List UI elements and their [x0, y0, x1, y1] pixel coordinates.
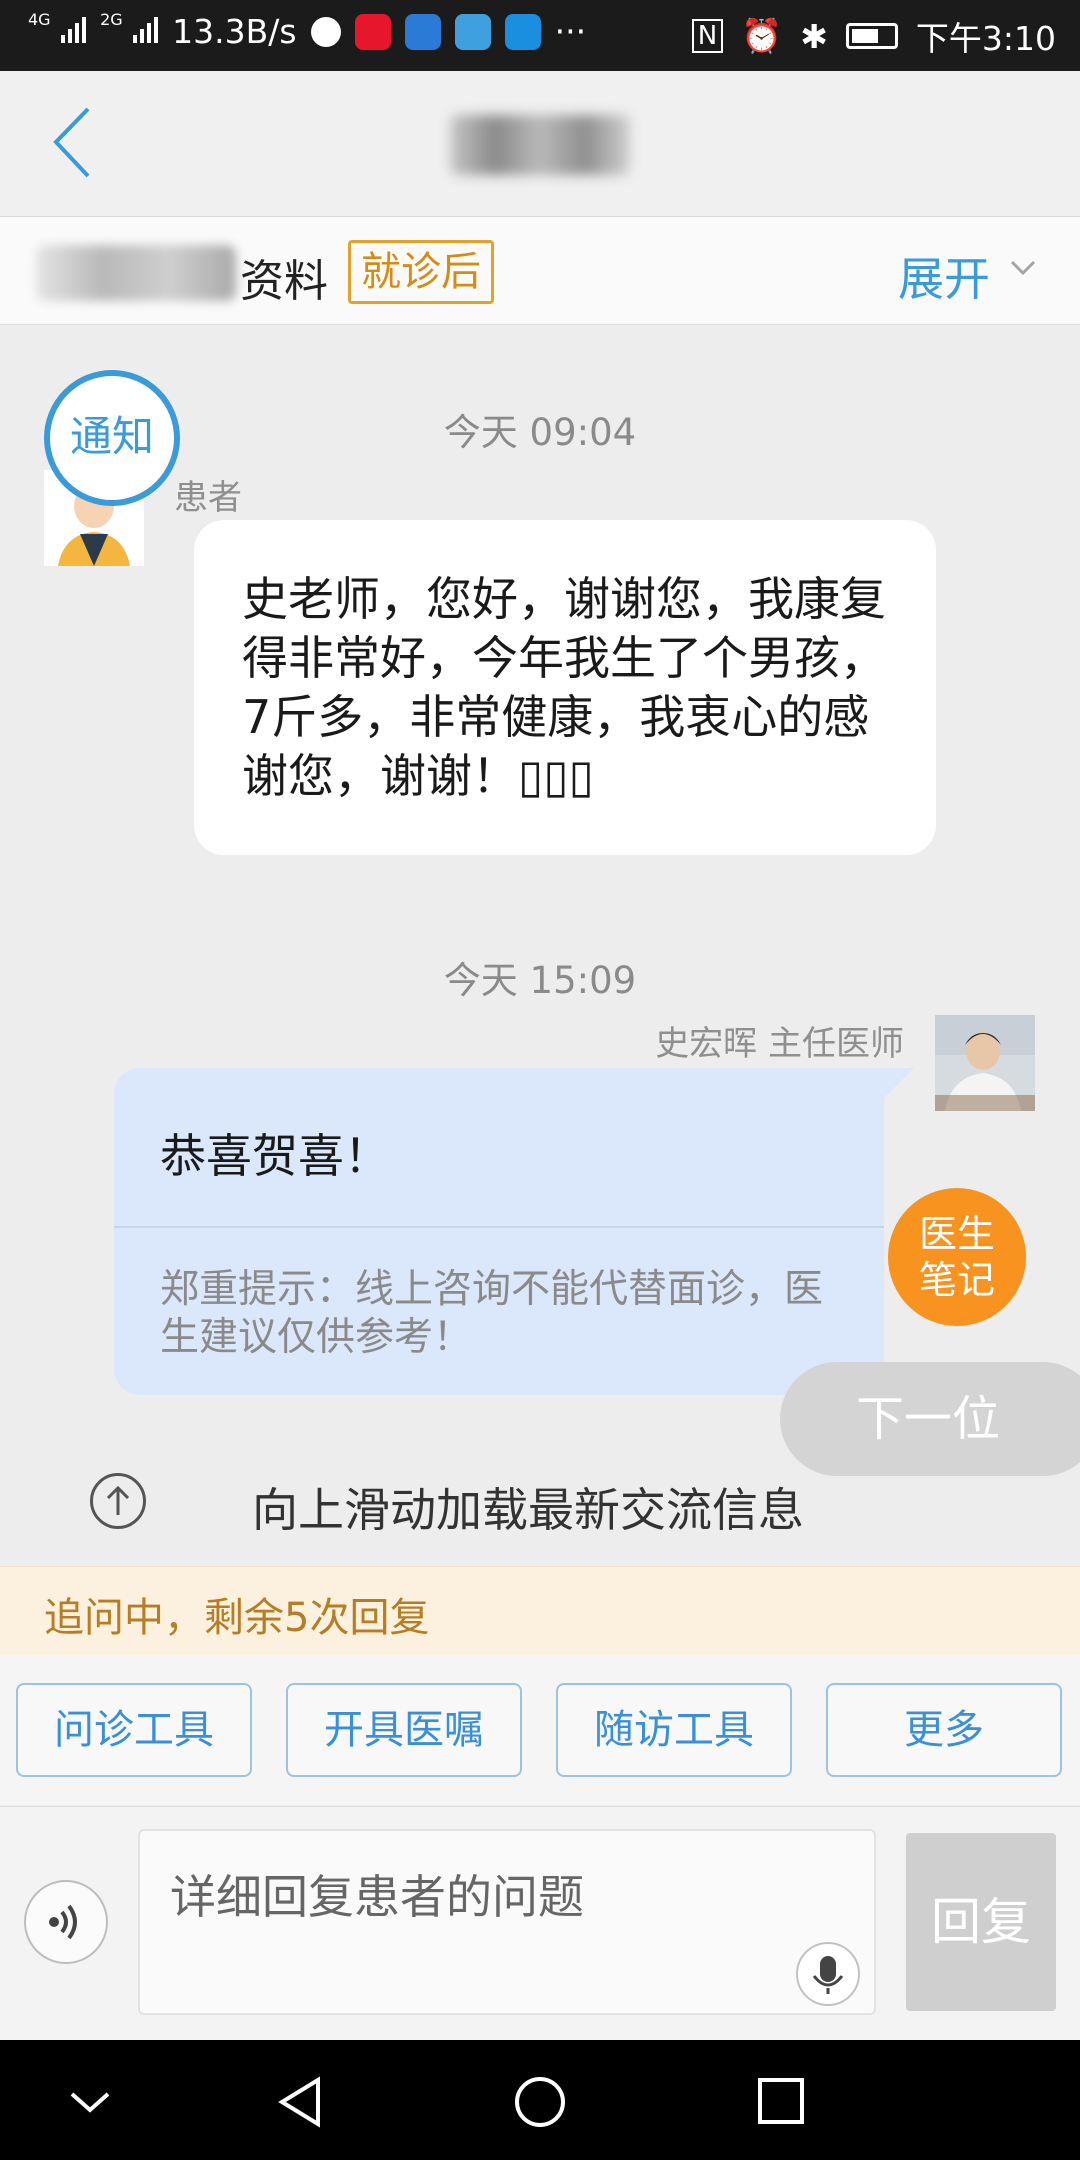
status-bar: 4G 2G 13.3B/s ··· N ⏰ ✱ 下午3:10 — [0, 0, 1080, 71]
signal-1: 4G — [28, 10, 87, 51]
prescribe-button[interactable]: 开具医嘱 — [286, 1683, 522, 1777]
doctor-message-bubble: 恭喜贺喜！ 郑重提示：线上咨询不能代替面诊，医生建议仅供参考！ — [114, 1068, 884, 1395]
bluetooth-icon: ✱ — [800, 16, 828, 56]
nav-home-icon[interactable] — [515, 2077, 565, 2127]
status-left: 4G 2G 13.3B/s ··· — [28, 10, 587, 52]
doctor-note-button[interactable]: 医生笔记 — [888, 1188, 1026, 1326]
network-type-1: 4G — [28, 10, 51, 29]
speaker-icon — [49, 1904, 77, 1940]
load-more-hint: 向上滑动加载最新交流信息 — [252, 1483, 804, 1537]
doctor-message: 恭喜贺喜！ — [160, 1129, 390, 1183]
page-title-redacted — [450, 115, 630, 175]
doctor-label: 史宏晖 主任医师 — [655, 1024, 904, 1064]
alarm-icon: ⏰ — [741, 16, 783, 55]
notify-badge[interactable]: 通知 — [44, 370, 180, 506]
system-nav-bar — [0, 2040, 1080, 2160]
doctor-avatar — [935, 1015, 1035, 1111]
more-notifications-icon: ··· — [554, 12, 587, 51]
doctor-note-label: 医生笔记 — [918, 1212, 995, 1302]
profile-label: 资料 — [240, 256, 328, 307]
followup-tools-button[interactable]: 随访工具 — [556, 1683, 792, 1777]
signal-bars-icon — [133, 13, 159, 43]
alipay-icon — [504, 13, 541, 50]
network-speed: 13.3B/s — [172, 12, 297, 51]
back-icon[interactable] — [52, 105, 92, 180]
status-time: 下午3:10 — [915, 19, 1056, 58]
doctor-avatar-icon — [935, 1015, 1035, 1111]
weibo-icon — [354, 13, 391, 50]
wechat-icon — [310, 16, 341, 47]
chevron-down-icon[interactable] — [1010, 258, 1036, 278]
more-button[interactable]: 更多 — [826, 1683, 1062, 1777]
app-icon — [404, 13, 441, 50]
consult-tools-button[interactable]: 问诊工具 — [16, 1683, 252, 1777]
app-icon — [454, 13, 491, 50]
status-right: N ⏰ ✱ 下午3:10 — [691, 12, 1056, 60]
followup-banner: 追问中，剩余5次回复 — [0, 1566, 1080, 1656]
microphone-icon[interactable] — [796, 1942, 860, 2006]
reply-button[interactable]: 回复 — [906, 1833, 1056, 2011]
followup-text: 追问中，剩余5次回复 — [44, 1595, 430, 1641]
signal-2: 2G — [100, 10, 159, 51]
patient-message: 史老师，您好，谢谢您，我康复得非常好，今年我生了个男孩，7斤多，非常健康，我衷心… — [194, 520, 936, 855]
reply-input-placeholder: 详细回复患者的问题 — [170, 1870, 584, 1924]
voice-toggle-button[interactable] — [24, 1880, 108, 1964]
signal-bars-icon — [61, 13, 87, 43]
timestamp: 今天 15:09 — [443, 959, 637, 1002]
disclaimer-text: 郑重提示：线上咨询不能代替面诊，医生建议仅供参考！ — [160, 1267, 824, 1360]
scroll-up-icon[interactable] — [90, 1473, 146, 1529]
patient-name-redacted — [36, 245, 236, 301]
nav-recents-icon[interactable] — [758, 2078, 804, 2124]
hide-keyboard-icon[interactable] — [70, 2092, 110, 2113]
patient-label: 患者 — [174, 478, 242, 518]
status-badge: 就诊后 — [348, 240, 494, 304]
reply-input[interactable]: 详细回复患者的问题 — [138, 1829, 876, 2015]
bubble-tail — [884, 1068, 914, 1098]
expand-button[interactable]: 展开 — [898, 243, 990, 309]
nav-back-icon[interactable] — [278, 2076, 320, 2128]
next-patient-button[interactable]: 下一位 — [780, 1362, 1080, 1476]
battery-icon — [845, 23, 898, 49]
nfc-icon: N — [691, 19, 724, 53]
network-type-2: 2G — [100, 10, 123, 29]
bubble-divider — [114, 1226, 884, 1228]
